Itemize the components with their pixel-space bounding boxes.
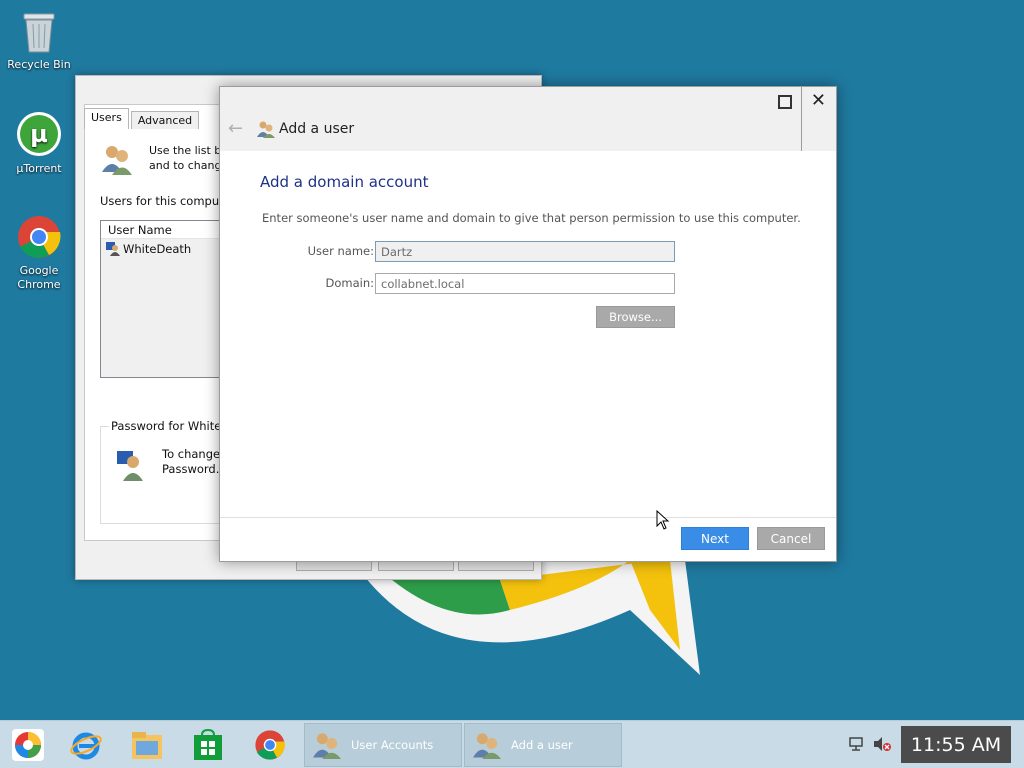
chrome-icon bbox=[18, 216, 61, 258]
users-group-icon bbox=[102, 146, 132, 175]
chrome-label: Google Chrome bbox=[17, 264, 61, 291]
user-accounts-tabs: Users Advanced bbox=[84, 108, 201, 129]
picasa-icon bbox=[12, 729, 44, 761]
recycle-bin-label: Recycle Bin bbox=[7, 58, 71, 71]
instructions: Enter someone's user name and domain to … bbox=[262, 211, 801, 225]
recycle-bin-icon bbox=[23, 13, 55, 53]
utorrent-label: µTorrent bbox=[16, 162, 62, 175]
user-icon bbox=[106, 242, 120, 256]
back-arrow-icon[interactable]: ← bbox=[228, 118, 243, 139]
password-group-label: Password for WhiteD bbox=[109, 419, 233, 433]
username-field[interactable] bbox=[375, 241, 675, 262]
file-explorer-icon bbox=[132, 732, 162, 759]
user-accounts-icon bbox=[473, 733, 501, 759]
task-label: Add a user bbox=[511, 738, 573, 752]
user-name: WhiteDeath bbox=[123, 242, 192, 256]
taskbar-task-user-accounts[interactable]: User Accounts bbox=[304, 723, 462, 767]
tab-advanced[interactable]: Advanced bbox=[130, 111, 200, 129]
dialog-header: ← Add a user ✕ bbox=[220, 87, 836, 151]
password-text: To change Password. bbox=[162, 447, 221, 476]
user-accounts-description: Use the list be and to chang bbox=[149, 144, 228, 172]
desktop-icon-recycle-bin[interactable]: Recycle Bin bbox=[1, 8, 77, 72]
taskbar: User Accounts Add a user 11:55 AM bbox=[0, 720, 1024, 768]
username-label: User name: bbox=[307, 244, 374, 258]
taskbar-pin-ie[interactable] bbox=[58, 724, 114, 766]
chrome-icon bbox=[255, 730, 285, 760]
desktop-icon-chrome[interactable]: Google Chrome bbox=[1, 214, 77, 292]
page-title: Add a domain account bbox=[260, 173, 429, 191]
taskbar-task-add-user[interactable]: Add a user bbox=[464, 723, 622, 767]
dialog-body: Add a domain account Enter someone's use… bbox=[220, 151, 836, 517]
tab-users[interactable]: Users bbox=[84, 108, 129, 129]
titlebar-separator bbox=[801, 87, 802, 151]
maximize-icon[interactable] bbox=[778, 95, 792, 109]
next-button[interactable]: Next bbox=[681, 527, 749, 550]
domain-field[interactable] bbox=[375, 273, 675, 294]
taskbar-pin-store[interactable] bbox=[180, 724, 236, 766]
network-icon[interactable] bbox=[848, 735, 866, 753]
add-user-dialog[interactable]: ← Add a user ✕ Add a domain account Ente… bbox=[219, 86, 837, 562]
store-icon bbox=[194, 729, 222, 760]
desktop-icon-utorrent[interactable]: µ µTorrent bbox=[1, 110, 77, 176]
user-password-icon bbox=[117, 451, 143, 481]
domain-label: Domain: bbox=[325, 276, 375, 290]
taskbar-pin-explorer[interactable] bbox=[119, 724, 175, 766]
cancel-button[interactable]: Cancel bbox=[757, 527, 825, 550]
dialog-footer: Next Cancel bbox=[220, 517, 836, 561]
taskbar-pin-chrome[interactable] bbox=[242, 724, 298, 766]
close-icon[interactable]: ✕ bbox=[811, 90, 826, 111]
user-accounts-icon bbox=[257, 121, 275, 138]
users-list-label: Users for this compute bbox=[100, 194, 231, 208]
browse-button[interactable]: Browse... bbox=[596, 306, 675, 328]
task-label: User Accounts bbox=[351, 738, 434, 752]
svg-text:µ: µ bbox=[30, 120, 48, 148]
taskbar-pin-picasa[interactable] bbox=[0, 724, 56, 766]
volume-muted-icon[interactable] bbox=[872, 735, 892, 753]
user-accounts-icon bbox=[313, 733, 341, 759]
internet-explorer-icon bbox=[70, 732, 102, 760]
clock[interactable]: 11:55 AM bbox=[901, 726, 1011, 763]
dialog-title: Add a user bbox=[279, 121, 355, 137]
mouse-cursor-icon bbox=[656, 510, 670, 530]
utorrent-icon: µ bbox=[17, 112, 61, 156]
